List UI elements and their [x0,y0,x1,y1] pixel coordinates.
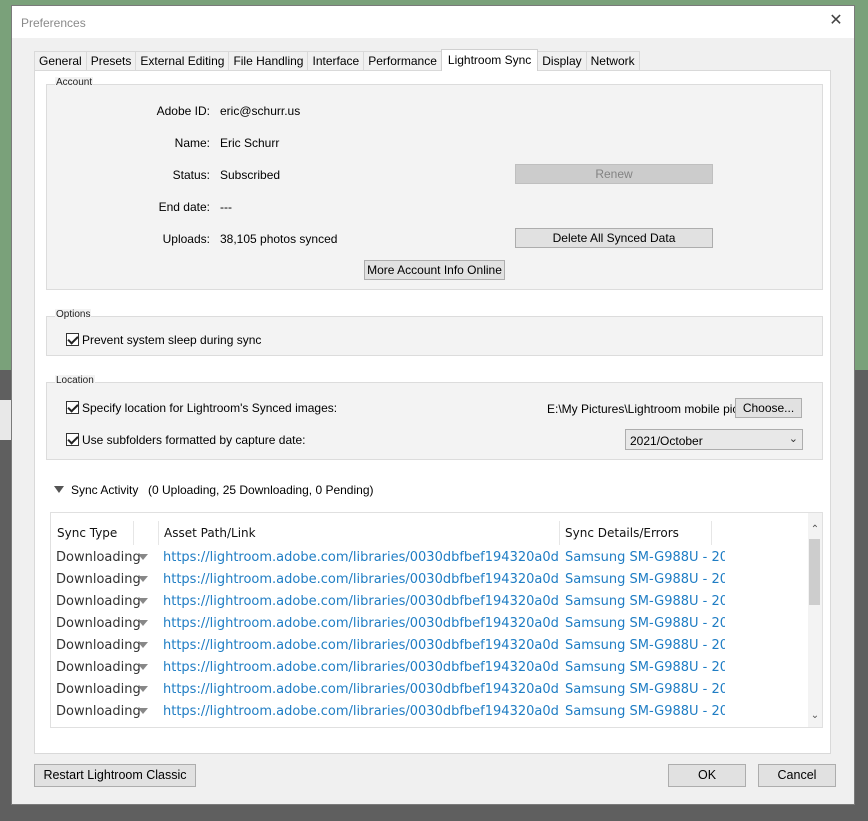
sync-details-link[interactable]: Samsung SM-G988U - 20... [565,701,725,723]
tab-general[interactable]: General [34,51,87,70]
table-row[interactable]: Downloading https://lightroom.adobe.com/… [51,701,811,723]
date-format-value: 2021/October [630,434,703,448]
asset-path-link[interactable]: https://lightroom.adobe.com/libraries/00… [163,547,558,569]
expand-row-icon[interactable] [138,620,148,626]
use-subfolders-label: Use subfolders formatted by capture date… [82,433,306,447]
uploads-value: 38,105 photos synced [220,232,338,246]
asset-path-link[interactable]: https://lightroom.adobe.com/libraries/00… [163,635,558,657]
name-value: Eric Schurr [220,136,280,150]
location-path: E:\My Pictures\Lightroom mobile pics [547,402,745,416]
specify-location-checkbox[interactable] [66,401,79,414]
asset-path-link[interactable]: https://lightroom.adobe.com/libraries/00… [163,569,558,591]
sync-activity-table: Sync Type Asset Path/Link Sync Details/E… [50,512,823,728]
sync-details-link[interactable]: Samsung SM-G988U - 20... [565,679,725,701]
location-group-label: Location [55,375,95,386]
expand-row-icon[interactable] [138,686,148,692]
expand-row-icon[interactable] [138,664,148,670]
sync-type-cell: Downloading [56,638,141,653]
table-row[interactable]: Downloading https://lightroom.adobe.com/… [51,569,811,591]
prevent-sleep-label: Prevent system sleep during sync [82,333,262,347]
renew-button[interactable]: Renew [515,164,713,184]
sync-details-link[interactable]: Samsung SM-G988U - 20... [565,569,725,591]
asset-path-link[interactable]: https://lightroom.adobe.com/libraries/00… [163,613,558,635]
sync-details-link[interactable]: Samsung SM-G988U - 20... [565,547,725,569]
close-icon[interactable]: ✕ [827,12,845,30]
table-row[interactable]: Downloading https://lightroom.adobe.com/… [51,679,811,701]
tab-file-handling[interactable]: File Handling [228,51,309,70]
sync-type-cell: Downloading [56,660,141,675]
chevron-down-icon: ⌄ [788,433,798,445]
expand-row-icon[interactable] [138,708,148,714]
vertical-scrollbar[interactable]: ⌃ ⌄ [808,513,822,727]
account-group-label: Account [55,77,94,88]
use-subfolders-checkbox[interactable] [66,433,79,446]
asset-path-link[interactable]: https://lightroom.adobe.com/libraries/00… [163,591,558,613]
name-label: Name: [174,136,210,150]
sync-details-link[interactable]: Samsung SM-G988U - 20... [565,613,725,635]
tab-network[interactable]: Network [585,51,640,70]
table-row[interactable]: Downloading https://lightroom.adobe.com/… [51,635,811,657]
cancel-button[interactable]: Cancel [758,764,836,787]
adobe-id-label: Adobe ID: [156,104,210,118]
table-row[interactable]: Downloading https://lightroom.adobe.com/… [51,591,811,613]
tab-strip: General Presets External Editing File Ha… [34,49,640,71]
status-value: Subscribed [220,168,281,182]
tab-performance[interactable]: Performance [363,51,442,70]
scroll-down-icon[interactable]: ⌄ [808,709,822,723]
choose-location-button[interactable]: Choose... [735,398,802,418]
column-header-sync-details[interactable]: Sync Details/Errors [560,521,712,545]
expand-row-icon[interactable] [138,642,148,648]
sync-type-cell: Downloading [56,550,141,565]
expand-row-icon[interactable] [138,576,148,582]
status-label: Status: [172,168,210,182]
date-format-select[interactable]: 2021/October ⌄ [625,429,803,450]
sync-activity-label: Sync Activity [71,483,139,497]
column-header-asset-path[interactable]: Asset Path/Link [159,521,560,545]
tab-external-editing[interactable]: External Editing [135,51,230,70]
end-date-label: End date: [158,200,210,214]
column-header-sync-type[interactable]: Sync Type [52,521,134,545]
uploads-label: Uploads: [162,232,210,246]
window-title: Preferences [21,16,86,30]
sync-details-link[interactable]: Samsung SM-G988U - 20... [565,657,725,679]
sync-type-cell: Downloading [56,704,141,719]
title-bar: Preferences ✕ [12,6,854,38]
sync-activity-summary: (0 Uploading, 25 Downloading, 0 Pending) [148,483,374,497]
sync-type-cell: Downloading [56,572,141,587]
sync-details-link[interactable]: Samsung SM-G988U - 20... [565,635,725,657]
delete-synced-data-button[interactable]: Delete All Synced Data [515,228,713,248]
table-row[interactable]: Downloading https://lightroom.adobe.com/… [51,657,811,679]
sync-type-cell: Downloading [56,682,141,697]
restart-lightroom-button[interactable]: Restart Lightroom Classic [34,764,196,787]
asset-path-link[interactable]: https://lightroom.adobe.com/libraries/00… [163,679,558,701]
tab-display[interactable]: Display [537,51,587,70]
scrollbar-thumb[interactable] [809,539,820,605]
end-date-value: --- [220,200,232,214]
sync-type-cell: Downloading [56,594,141,609]
scroll-up-icon[interactable]: ⌃ [808,523,822,537]
ok-button[interactable]: OK [668,764,746,787]
column-header-expand [134,521,159,545]
prevent-sleep-checkbox[interactable] [66,333,79,346]
asset-path-link[interactable]: https://lightroom.adobe.com/libraries/00… [163,657,558,679]
tab-lightroom-sync[interactable]: Lightroom Sync [440,49,539,71]
specify-location-label: Specify location for Lightroom's Synced … [82,401,338,415]
collapse-triangle-icon[interactable] [54,486,64,493]
table-row[interactable]: Downloading https://lightroom.adobe.com/… [51,547,811,569]
expand-row-icon[interactable] [138,554,148,560]
options-group-label: Options [55,309,92,320]
tab-presets[interactable]: Presets [85,51,137,70]
adobe-id-value: eric@schurr.us [220,104,301,118]
tab-interface[interactable]: Interface [307,51,365,70]
sync-type-cell: Downloading [56,616,141,631]
more-account-info-button[interactable]: More Account Info Online [364,260,505,280]
sync-details-link[interactable]: Samsung SM-G988U - 20... [565,591,725,613]
expand-row-icon[interactable] [138,598,148,604]
asset-path-link[interactable]: https://lightroom.adobe.com/libraries/00… [163,701,558,723]
table-row[interactable]: Downloading https://lightroom.adobe.com/… [51,613,811,635]
